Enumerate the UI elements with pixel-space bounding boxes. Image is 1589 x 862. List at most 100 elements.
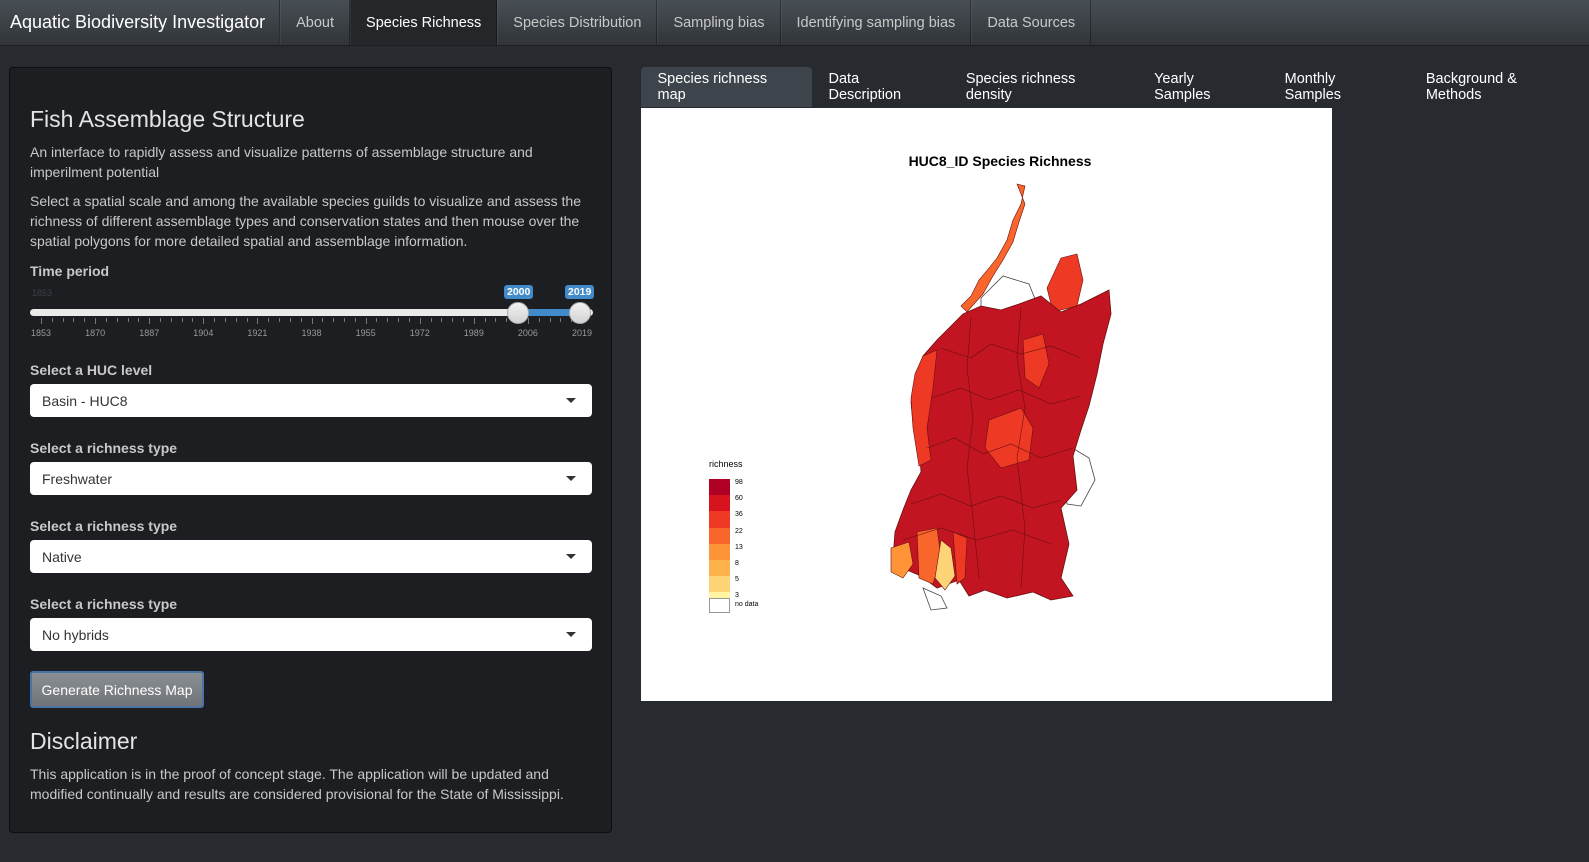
slider-tick bbox=[527, 318, 529, 324]
huc-polygon-nodata-south bbox=[922, 587, 948, 611]
legend-label: 5 bbox=[735, 576, 739, 584]
richness-type-select-2[interactable]: Native bbox=[30, 540, 592, 573]
slider-from-handle[interactable] bbox=[507, 302, 529, 324]
slider-to-badge: 2019 bbox=[565, 285, 595, 299]
huc-level-label: Select a HUC level bbox=[30, 362, 153, 378]
slider-grid-label: 2006 bbox=[517, 328, 538, 338]
legend-swatch bbox=[709, 479, 730, 496]
time-period-slider[interactable]: 1853 1853 1870 1887 1904 1921 1938 1955 1972 198… bbox=[30, 282, 595, 342]
legend-label: 8 bbox=[735, 560, 739, 567]
tab-species-richness-map[interactable]: Species richness map bbox=[641, 67, 813, 107]
nav-about[interactable]: About bbox=[280, 0, 351, 45]
slider-tick bbox=[170, 318, 172, 322]
tab-background-methods[interactable]: Background & Methods bbox=[1409, 67, 1589, 107]
slider-tick bbox=[343, 318, 345, 322]
slider-tick bbox=[138, 318, 140, 322]
richness-type-select-3[interactable]: No hybrids bbox=[30, 618, 592, 651]
legend-swatch bbox=[709, 527, 730, 544]
chevron-down-icon bbox=[566, 476, 576, 481]
app-brand[interactable]: Aquatic Biodiversity Investigator bbox=[0, 0, 281, 45]
slider-tick bbox=[203, 318, 205, 324]
slider-grid-label: 2019 bbox=[572, 328, 593, 338]
richness-map-panel: HUC8_ID Species Richness richness 98 60 3 bbox=[641, 108, 1332, 701]
slider-grid-label: 1904 bbox=[193, 328, 214, 338]
instructions-text: Select a spatial scale and among the ava… bbox=[30, 193, 581, 249]
slider-tick bbox=[51, 318, 53, 322]
nav-sampling-bias[interactable]: Sampling bias bbox=[657, 0, 781, 45]
slider-tick bbox=[354, 318, 356, 322]
slider-grid-label: 1955 bbox=[355, 328, 376, 338]
nav-species-richness[interactable]: Species Richness bbox=[350, 0, 498, 45]
slider-tick bbox=[549, 318, 551, 322]
slider-grid-label: 1870 bbox=[85, 328, 106, 338]
legend-title: richness bbox=[709, 459, 743, 469]
slider-tick bbox=[105, 318, 107, 322]
slider-grid-label: 1989 bbox=[463, 328, 484, 338]
richness-choropleth-map[interactable] bbox=[641, 108, 1332, 701]
huc-polygon-northeast bbox=[1046, 253, 1084, 313]
slider-tick bbox=[322, 318, 324, 322]
slider-tick bbox=[419, 318, 421, 324]
nav-species-distribution[interactable]: Species Distribution bbox=[497, 0, 658, 45]
slider-tick bbox=[268, 318, 270, 322]
slider-tick bbox=[192, 318, 194, 322]
slider-tick bbox=[462, 318, 464, 322]
slider-grid-label: 1887 bbox=[139, 328, 160, 338]
legend-swatch bbox=[709, 576, 730, 593]
top-navbar: Aquatic Biodiversity Investigator About … bbox=[0, 0, 1589, 46]
slider-tick bbox=[84, 318, 86, 322]
slider-tick bbox=[181, 318, 183, 322]
intro-text: An interface to rapidly assess and visua… bbox=[30, 144, 533, 180]
slider-grid-label: 1972 bbox=[409, 328, 430, 338]
chevron-down-icon bbox=[566, 554, 576, 559]
slider-tick bbox=[41, 318, 42, 324]
legend-label: 13 bbox=[735, 543, 743, 551]
slider-grid-label: 1921 bbox=[247, 328, 268, 338]
richness-type-select-1[interactable]: Freshwater bbox=[30, 462, 592, 495]
slider-grid-label: 1938 bbox=[301, 328, 322, 338]
slider-tick bbox=[149, 318, 151, 324]
slider-tick bbox=[127, 318, 129, 322]
richness-type-label-2: Select a richness type bbox=[30, 518, 178, 534]
slider-min-label: 1853 bbox=[32, 288, 53, 298]
huc-polygon-southwest-orange bbox=[890, 541, 914, 579]
nav-data-sources[interactable]: Data Sources bbox=[971, 0, 1092, 45]
slider-tick bbox=[473, 318, 475, 324]
slider-tick bbox=[300, 318, 302, 322]
slider-tick bbox=[452, 318, 454, 322]
slider-tick bbox=[398, 318, 400, 322]
slider-tick bbox=[224, 318, 226, 322]
slider-tick bbox=[214, 318, 216, 322]
tab-yearly-samples[interactable]: Yearly Samples bbox=[1138, 67, 1269, 107]
slider-tick bbox=[62, 318, 64, 322]
legend-swatch bbox=[709, 598, 730, 613]
tab-species-richness-density[interactable]: Species richness density bbox=[949, 67, 1137, 107]
tab-data-description[interactable]: Data Description bbox=[812, 67, 949, 107]
huc-level-select[interactable]: Basin - HUC8 bbox=[30, 384, 592, 417]
huc-level-value: Basin - HUC8 bbox=[42, 392, 128, 409]
slider-tick bbox=[408, 318, 410, 322]
nav-identifying-sampling-bias[interactable]: Identifying sampling bias bbox=[780, 0, 972, 45]
chevron-down-icon bbox=[566, 398, 576, 403]
generate-richness-map-button[interactable]: Generate Richness Map bbox=[30, 671, 204, 708]
legend-swatch bbox=[709, 543, 730, 560]
slider-tick bbox=[289, 318, 291, 322]
slider-tick bbox=[333, 318, 335, 322]
slider-tick bbox=[235, 318, 237, 322]
disclaimer-title: Disclaimer bbox=[30, 728, 138, 754]
slider-tick bbox=[560, 318, 562, 322]
richness-type-label-3: Select a richness type bbox=[30, 596, 178, 612]
chevron-down-icon bbox=[566, 632, 576, 637]
disclaimer-text: This application is in the proof of conc… bbox=[30, 766, 564, 802]
slider-to-handle[interactable] bbox=[569, 302, 591, 324]
slider-tick bbox=[506, 318, 508, 322]
slider-tick bbox=[376, 318, 378, 322]
legend-label: 60 bbox=[735, 495, 743, 503]
legend-label: 22 bbox=[735, 527, 743, 535]
legend-swatch bbox=[709, 560, 730, 577]
slider-tick bbox=[538, 318, 540, 322]
slider-tick bbox=[387, 318, 389, 322]
sidebar-panel: Fish Assemblage Structure An interface t… bbox=[9, 67, 612, 833]
slider-tick bbox=[246, 318, 248, 322]
tab-monthly-samples[interactable]: Monthly Samples bbox=[1268, 67, 1409, 107]
